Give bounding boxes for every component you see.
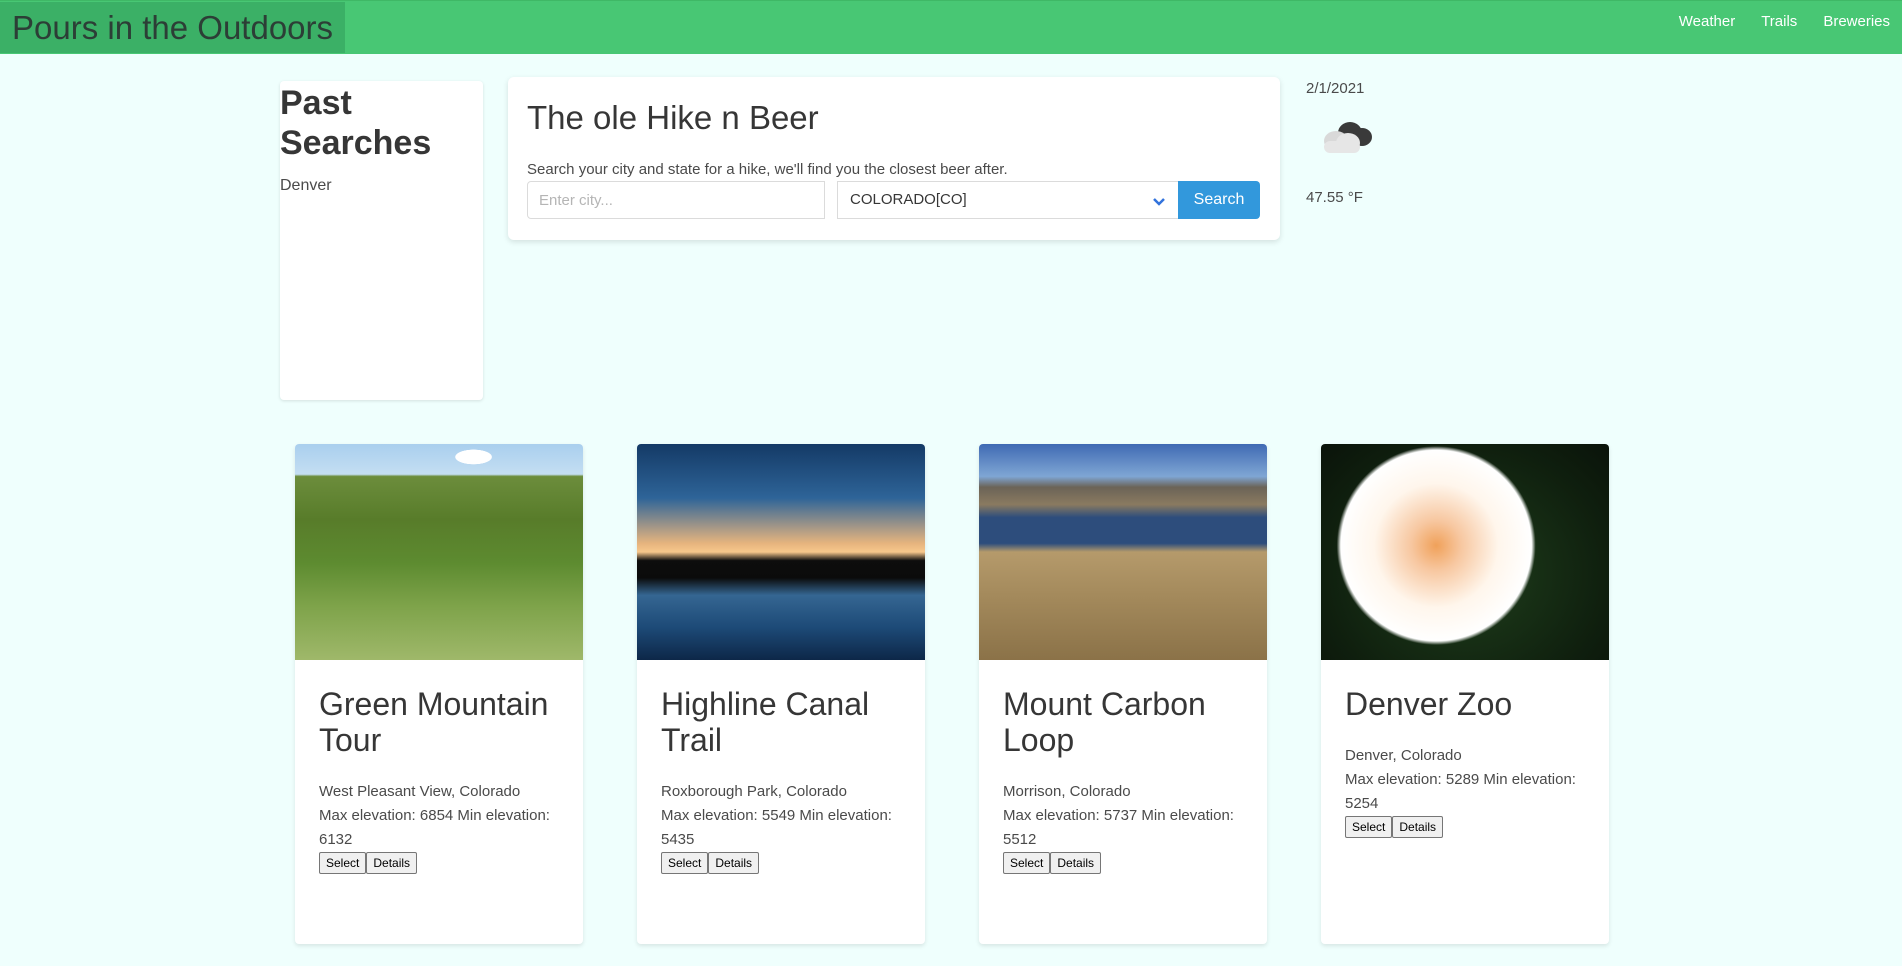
past-searches-title: Past Searches <box>280 84 432 162</box>
trail-actions: Select Details <box>661 852 901 874</box>
trail-card: Green Mountain Tour West Pleasant View, … <box>295 444 583 944</box>
trail-location: Denver, Colorado <box>1345 747 1462 764</box>
nav-weather-link[interactable]: Weather <box>1679 1 1735 54</box>
trail-photo <box>979 444 1267 660</box>
search-hint: Search your city and state for a hike, w… <box>527 161 1008 178</box>
search-panel: The ole Hike n Beer Search your city and… <box>508 77 1280 240</box>
nav-breweries-link[interactable]: Breweries <box>1823 1 1890 54</box>
trail-photo <box>1321 444 1609 660</box>
state-select-value: COLORADO[CO] <box>850 191 967 208</box>
select-button[interactable]: Select <box>661 852 709 874</box>
trail-name: Green Mountain Tour <box>319 686 549 758</box>
trail-name: Highline Canal Trail <box>661 686 870 758</box>
weather-temp: 47.55 °F <box>1306 189 1363 206</box>
weather-date: 2/1/2021 <box>1306 80 1365 97</box>
details-button[interactable]: Details <box>366 852 418 874</box>
nav-trails-link[interactable]: Trails <box>1761 1 1797 54</box>
select-button[interactable]: Select <box>319 852 367 874</box>
trail-card: Highline Canal Trail Roxborough Park, Co… <box>637 444 925 944</box>
details-button[interactable]: Details <box>1050 852 1102 874</box>
search-title: The ole Hike n Beer <box>527 99 819 136</box>
trail-name: Denver Zoo <box>1345 686 1513 722</box>
trail-location: West Pleasant View, Colorado <box>319 783 521 800</box>
select-button[interactable]: Select <box>1003 852 1051 874</box>
brand-title[interactable]: Pours in the Outdoors <box>0 2 346 53</box>
trail-actions: Select Details <box>319 852 559 874</box>
trail-elevation: Max elevation: 5549 Min elevation: 5435 <box>661 807 892 848</box>
trail-photo <box>295 444 583 660</box>
past-searches-panel: Past Searches Denver <box>280 81 483 400</box>
cloud-icon <box>1306 107 1386 167</box>
weather-widget: 2/1/2021 47.55 °F <box>1306 80 1446 206</box>
past-search-item[interactable]: Denver <box>280 177 483 195</box>
trail-location: Morrison, Colorado <box>1003 783 1131 800</box>
trail-elevation: Max elevation: 5737 Min elevation: 5512 <box>1003 807 1234 848</box>
top-navbar: Pours in the Outdoors Weather Trails Bre… <box>0 0 1902 54</box>
trail-elevation: Max elevation: 5289 Min elevation: 5254 <box>1345 771 1576 812</box>
trail-actions: Select Details <box>1345 816 1585 838</box>
trail-card: Denver Zoo Denver, Colorado Max elevatio… <box>1321 444 1609 944</box>
trail-actions: Select Details <box>1003 852 1243 874</box>
trail-elevation: Max elevation: 6854 Min elevation: 6132 <box>319 807 550 848</box>
city-input[interactable] <box>527 181 825 219</box>
trail-location: Roxborough Park, Colorado <box>661 783 847 800</box>
select-button[interactable]: Select <box>1345 816 1393 838</box>
search-button[interactable]: Search <box>1178 181 1260 219</box>
trail-photo <box>637 444 925 660</box>
chevron-down-icon <box>1152 189 1166 225</box>
nav-links: Weather Trails Breweries <box>1653 1 1890 54</box>
details-button[interactable]: Details <box>708 852 760 874</box>
trail-card: Mount Carbon Loop Morrison, Colorado Max… <box>979 444 1267 944</box>
details-button[interactable]: Details <box>1392 816 1444 838</box>
state-select[interactable]: COLORADO[CO] <box>837 181 1179 219</box>
trail-name: Mount Carbon Loop <box>1003 686 1206 758</box>
